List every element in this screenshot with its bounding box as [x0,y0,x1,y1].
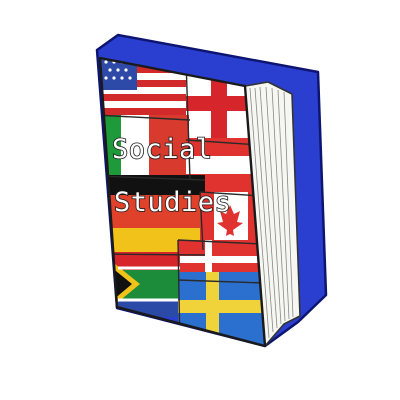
social-studies-book-illustration: Social Studies [0,0,400,400]
book-title-line-1: Social [112,134,213,165]
flag-south-africa [100,252,180,317]
book-title-line-2: Studies [114,187,231,218]
book-drawing: Social Studies [95,33,328,348]
flag-sweden [178,272,265,346]
